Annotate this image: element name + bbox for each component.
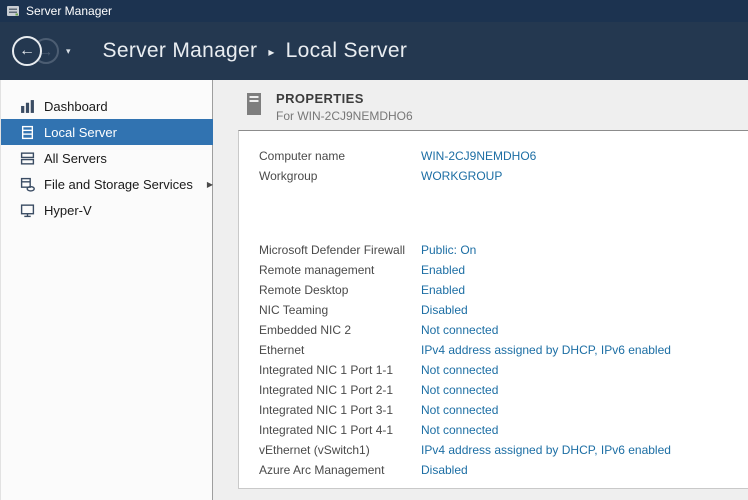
- property-label: vEthernet (vSwitch1): [259, 443, 421, 457]
- hyperv-icon: [20, 203, 35, 218]
- breadcrumb-header: ← → ▾ Server Manager ▸ Local Server: [0, 22, 748, 80]
- property-value-link[interactable]: Disabled: [421, 303, 468, 317]
- table-row: Computer name WIN-2CJ9NEMDHO6: [259, 146, 748, 166]
- table-row: vEthernet (vSwitch1) IPv4 address assign…: [259, 440, 748, 460]
- breadcrumb-separator-icon: ▸: [268, 43, 274, 59]
- property-value-link[interactable]: WIN-2CJ9NEMDHO6: [421, 149, 536, 163]
- local-server-icon: [20, 125, 35, 140]
- property-label: Integrated NIC 1 Port 1-1: [259, 363, 421, 377]
- property-label: Remote Desktop: [259, 283, 421, 297]
- property-value-link[interactable]: Disabled: [421, 463, 468, 477]
- property-label: Integrated NIC 1 Port 2-1: [259, 383, 421, 397]
- properties-identity-group: Computer name WIN-2CJ9NEMDHO6 Workgroup …: [259, 146, 748, 186]
- property-value-link[interactable]: IPv4 address assigned by DHCP, IPv6 enab…: [421, 443, 671, 457]
- property-value-link[interactable]: IPv4 address assigned by DHCP, IPv6 enab…: [421, 343, 671, 357]
- all-servers-icon: [20, 151, 35, 166]
- property-label: Ethernet: [259, 343, 421, 357]
- property-value-link[interactable]: Not connected: [421, 403, 498, 417]
- table-row: Integrated NIC 1 Port 1-1 Not connected: [259, 360, 748, 380]
- dashboard-icon: [20, 99, 35, 114]
- property-label: Workgroup: [259, 169, 421, 183]
- property-label: Remote management: [259, 263, 421, 277]
- property-label: Integrated NIC 1 Port 3-1: [259, 403, 421, 417]
- properties-status-group: Microsoft Defender Firewall Public: On R…: [259, 240, 748, 480]
- breadcrumb: Server Manager ▸ Local Server: [103, 39, 408, 63]
- table-row: Integrated NIC 1 Port 2-1 Not connected: [259, 380, 748, 400]
- nav-buttons: ← → ▾: [12, 36, 71, 66]
- property-value-link[interactable]: Enabled: [421, 263, 465, 277]
- property-value-link[interactable]: Enabled: [421, 283, 465, 297]
- properties-title: PROPERTIES: [276, 91, 413, 106]
- server-manager-app-icon: [6, 4, 20, 18]
- properties-header: PROPERTIES For WIN-2CJ9NEMDHO6: [213, 80, 748, 130]
- window-title: Server Manager: [26, 4, 112, 18]
- property-value-link[interactable]: Not connected: [421, 323, 498, 337]
- breadcrumb-current[interactable]: Local Server: [286, 39, 408, 63]
- window-titlebar: Server Manager: [0, 0, 748, 22]
- sidebar-item-dashboard[interactable]: Dashboard: [1, 93, 221, 119]
- table-row: Integrated NIC 1 Port 4-1 Not connected: [259, 420, 748, 440]
- property-label: Integrated NIC 1 Port 4-1: [259, 423, 421, 437]
- property-value-link[interactable]: Not connected: [421, 363, 498, 377]
- sidebar-item-label: File and Storage Services: [44, 177, 193, 192]
- property-label: Computer name: [259, 149, 421, 163]
- sidebar-item-hyper-v[interactable]: Hyper-V: [1, 197, 221, 223]
- property-value-link[interactable]: Not connected: [421, 383, 498, 397]
- table-row: Remote Desktop Enabled: [259, 280, 748, 300]
- sidebar-item-all-servers[interactable]: All Servers: [1, 145, 221, 171]
- property-label: NIC Teaming: [259, 303, 421, 317]
- property-label: Azure Arc Management: [259, 463, 421, 477]
- table-row: NIC Teaming Disabled: [259, 300, 748, 320]
- properties-server-icon: [245, 92, 263, 116]
- properties-panel: Computer name WIN-2CJ9NEMDHO6 Workgroup …: [238, 130, 748, 489]
- property-label: Microsoft Defender Firewall: [259, 243, 421, 257]
- server-manager-window: Server Manager ← → ▾ Server Manager ▸ Lo…: [0, 0, 748, 500]
- sidebar-item-label: All Servers: [44, 151, 107, 166]
- main-pane: PROPERTIES For WIN-2CJ9NEMDHO6 Computer …: [213, 80, 748, 500]
- sidebar-item-local-server[interactable]: Local Server: [1, 119, 221, 145]
- property-label: Embedded NIC 2: [259, 323, 421, 337]
- nav-dropdown-caret-icon[interactable]: ▾: [66, 46, 71, 57]
- table-row: Remote management Enabled: [259, 260, 748, 280]
- property-value-link[interactable]: Public: On: [421, 243, 476, 257]
- table-row: Integrated NIC 1 Port 3-1 Not connected: [259, 400, 748, 420]
- breadcrumb-root[interactable]: Server Manager: [103, 39, 258, 63]
- table-row: Azure Arc Management Disabled: [259, 460, 748, 480]
- table-row: Embedded NIC 2 Not connected: [259, 320, 748, 340]
- sidebar-item-label: Hyper-V: [44, 203, 92, 218]
- properties-subtitle: For WIN-2CJ9NEMDHO6: [276, 109, 413, 123]
- sidebar-list: Dashboard Local Server: [1, 80, 221, 500]
- sidebar: Dashboard Local Server: [0, 80, 213, 500]
- properties-header-text: PROPERTIES For WIN-2CJ9NEMDHO6: [276, 91, 413, 123]
- property-value-link[interactable]: WORKGROUP: [421, 169, 502, 183]
- sidebar-item-file-storage-services[interactable]: File and Storage Services ▶: [1, 171, 221, 197]
- table-row: Microsoft Defender Firewall Public: On: [259, 240, 748, 260]
- property-value-link[interactable]: Not connected: [421, 423, 498, 437]
- table-row: Ethernet IPv4 address assigned by DHCP, …: [259, 340, 748, 360]
- content-area: Dashboard Local Server: [0, 80, 748, 500]
- sidebar-item-label: Dashboard: [44, 99, 108, 114]
- table-row: Workgroup WORKGROUP: [259, 166, 748, 186]
- back-button[interactable]: ←: [12, 36, 42, 66]
- file-storage-icon: [20, 177, 35, 192]
- sidebar-item-label: Local Server: [44, 125, 117, 140]
